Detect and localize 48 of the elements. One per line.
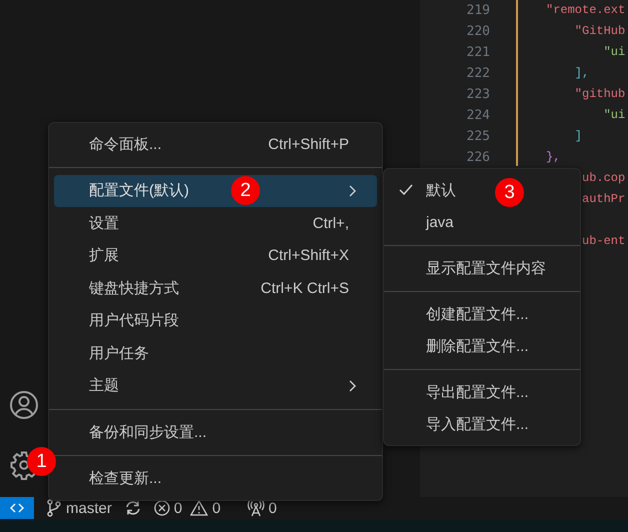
line-number: 224 <box>466 108 490 125</box>
menu-item[interactable]: 删除配置文件... <box>426 338 529 354</box>
line-number: 221 <box>466 45 490 62</box>
branch-button[interactable]: master <box>44 499 114 517</box>
code-text: "ui <box>602 45 626 59</box>
chevron-icon <box>347 378 357 393</box>
line-number: 226 <box>466 150 490 167</box>
menu-item[interactable]: 默认 <box>426 182 456 198</box>
code-text: "remote.ext <box>546 3 626 17</box>
menu-item[interactable]: 主题 <box>54 370 377 402</box>
menu-item[interactable]: 检查更新... <box>54 462 377 495</box>
code-text: "GitHub <box>574 24 626 38</box>
remote-button[interactable] <box>0 497 34 519</box>
line-number: 219 <box>466 3 490 20</box>
menu-item[interactable]: 设置 Ctrl+, <box>54 207 377 240</box>
ports-button[interactable]: 0 <box>244 499 279 517</box>
chevron-icon <box>347 184 357 198</box>
menu-item[interactable]: 扩展 Ctrl+Shift+X <box>54 240 377 272</box>
code-text: "ui <box>602 108 626 122</box>
menu-item[interactable]: 用户任务 <box>54 337 377 370</box>
menu-item[interactable]: 命令面板... Ctrl+Shift+P <box>54 128 377 160</box>
code-text: ], <box>574 66 590 80</box>
code-text: }, <box>546 150 560 164</box>
problems-button[interactable]: 0 0 <box>152 500 223 516</box>
menu-item[interactable]: 创建配置文件... <box>426 306 529 322</box>
menu-item[interactable]: java <box>426 214 454 230</box>
line-number: 225 <box>466 129 490 146</box>
menu-item[interactable]: 导入配置文件... <box>426 416 529 432</box>
code-text: authPr <box>582 192 626 206</box>
error-icon <box>154 500 170 516</box>
code-text: "github <box>574 87 626 101</box>
menu-item[interactable]: 备份和同步设置... <box>54 416 377 448</box>
antenna-icon <box>246 499 265 517</box>
menu-item[interactable]: 导出配置文件... <box>426 384 529 400</box>
code-text: ub.cop <box>582 171 626 185</box>
line-number: 223 <box>466 87 490 104</box>
remote-icon <box>10 501 24 515</box>
sync-icon[interactable] <box>124 500 142 516</box>
code-text: ] <box>574 129 582 143</box>
menu-item[interactable]: 键盘快捷方式 Ctrl+K Ctrl+S <box>54 272 377 304</box>
warning-icon <box>190 500 208 516</box>
menu-item[interactable]: 显示配置文件内容 <box>426 260 546 276</box>
menu-item[interactable]: 用户代码片段 <box>54 304 377 337</box>
account-icon[interactable] <box>9 390 39 420</box>
code-text: ub-ent <box>582 234 626 248</box>
line-number: 222 <box>466 66 490 83</box>
branch-icon <box>46 499 62 517</box>
line-number: 220 <box>466 24 490 41</box>
